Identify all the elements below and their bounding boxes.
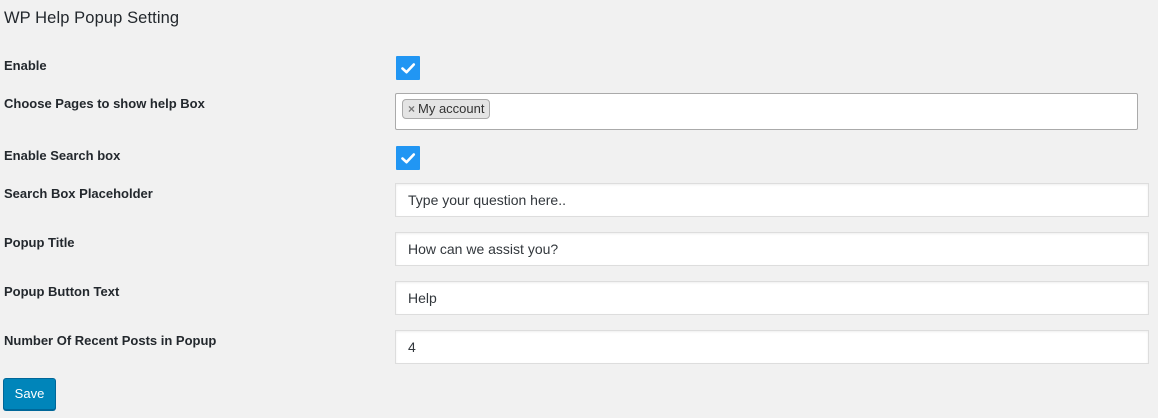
- checkmark-icon: [401, 63, 416, 74]
- recent-posts-label: Number Of Recent Posts in Popup: [4, 333, 217, 348]
- recent-posts-input[interactable]: [395, 330, 1149, 364]
- pages-multiselect[interactable]: × My account: [395, 93, 1138, 130]
- popup-title-input[interactable]: [395, 232, 1149, 266]
- popup-title-label: Popup Title: [4, 235, 75, 250]
- search-placeholder-input[interactable]: [395, 183, 1149, 217]
- remove-tag-icon[interactable]: ×: [408, 102, 415, 116]
- save-button[interactable]: Save: [3, 378, 56, 410]
- search-placeholder-label: Search Box Placeholder: [4, 186, 153, 201]
- enable-search-label: Enable Search box: [4, 148, 121, 163]
- enable-search-checkbox[interactable]: [396, 146, 420, 170]
- checkmark-icon: [401, 153, 416, 164]
- enable-label: Enable: [4, 58, 47, 73]
- enable-checkbox[interactable]: [396, 56, 420, 80]
- popup-button-text-label: Popup Button Text: [4, 284, 120, 299]
- popup-button-text-input[interactable]: [395, 281, 1149, 315]
- selected-page-tag: × My account: [402, 99, 490, 119]
- page-title: WP Help Popup Setting: [4, 9, 180, 27]
- selected-page-label: My account: [418, 101, 485, 116]
- choose-pages-label: Choose Pages to show help Box: [4, 96, 205, 111]
